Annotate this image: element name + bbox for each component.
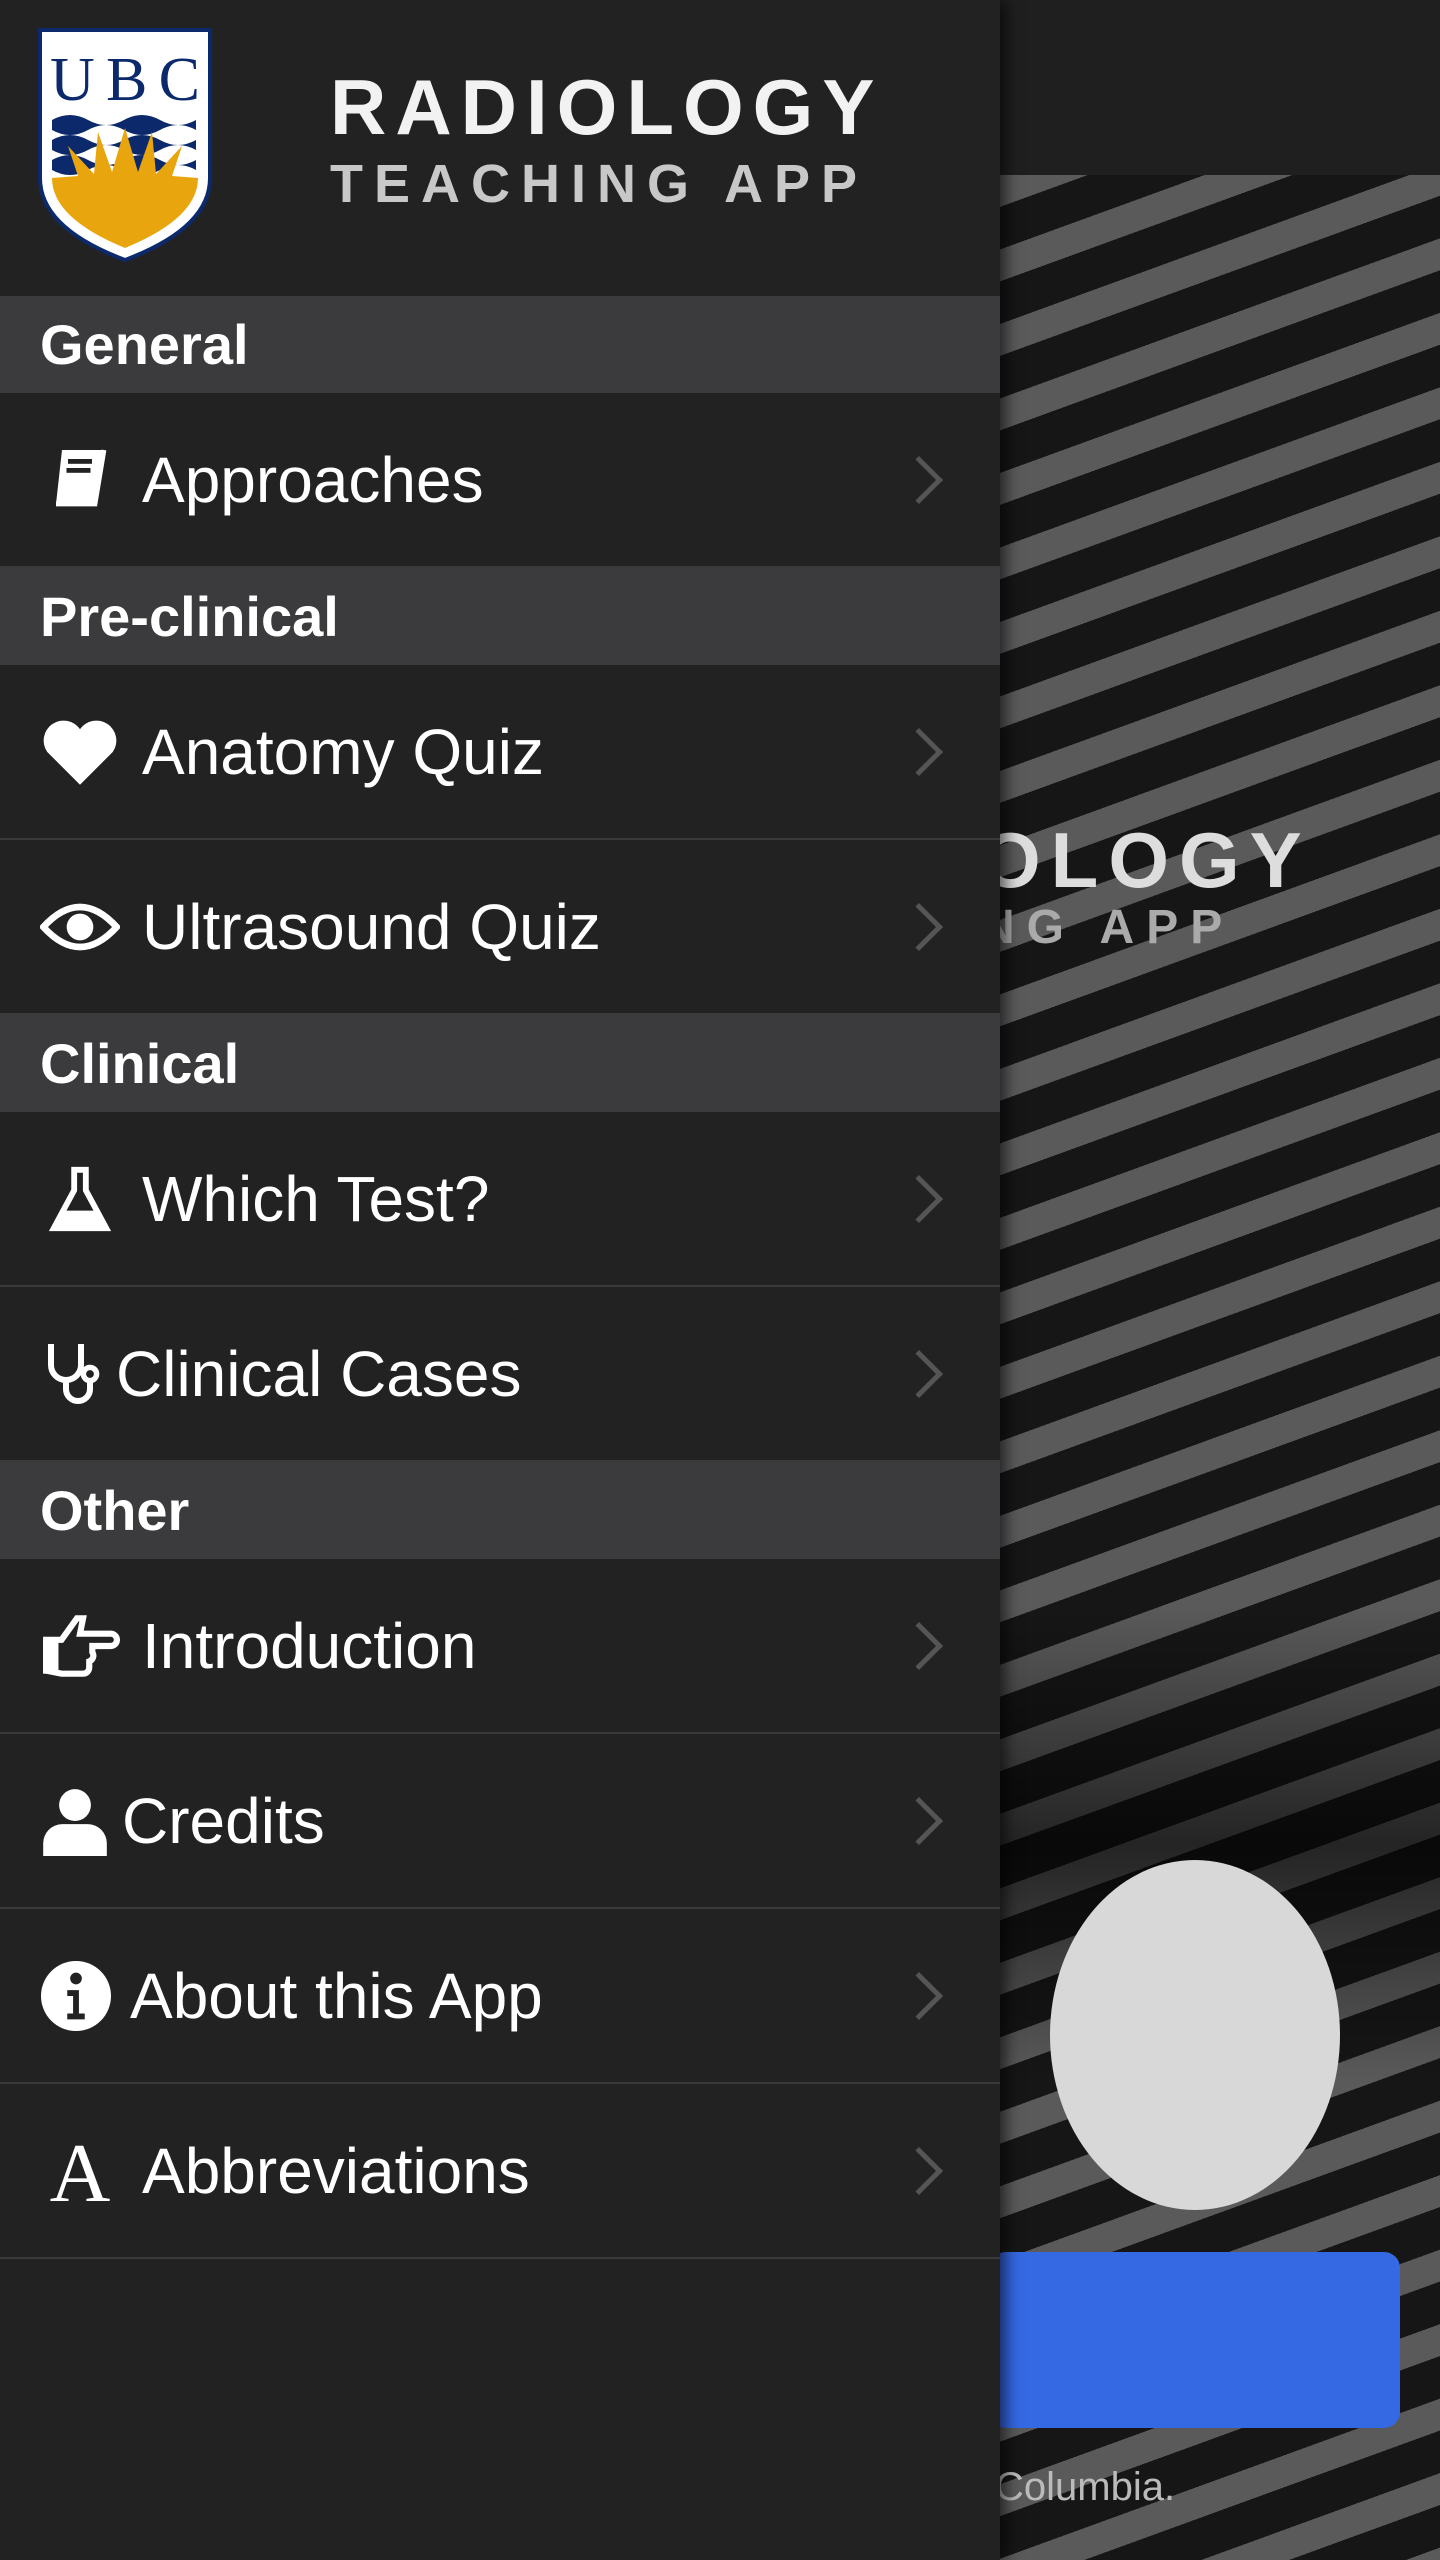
menu-item-label: Credits: [122, 1784, 325, 1857]
chevron-right-icon: [894, 2146, 944, 2195]
chevron-right-icon: [894, 455, 944, 504]
menu-item-about[interactable]: About this App: [0, 1909, 1000, 2084]
start-button[interactable]: [990, 2252, 1400, 2428]
menu-item-approaches[interactable]: Approaches: [0, 393, 1000, 568]
menu-item-which-test[interactable]: Which Test?: [0, 1112, 1000, 1287]
section-pre-clinical: Pre-clinical: [0, 568, 1000, 665]
section-general: General: [0, 296, 1000, 393]
info-icon: [40, 1956, 112, 2036]
flask-icon: [40, 1159, 120, 1239]
background-title: OLOGY: [980, 816, 1312, 904]
menu-item-label: Ultrasound Quiz: [142, 890, 601, 963]
chevron-right-icon: [894, 1621, 944, 1670]
menu-item-credits[interactable]: Credits: [0, 1734, 1000, 1909]
chevron-right-icon: [894, 1349, 944, 1398]
book-icon: [40, 440, 120, 520]
menu-item-label: About this App: [130, 1959, 543, 2032]
navigation-drawer: UBC RADIOLOGY TEACHING APP General Appro…: [0, 0, 1000, 2560]
footer-text: Columbia.: [995, 2465, 1176, 2509]
svg-text:UBC: UBC: [50, 46, 200, 114]
menu-item-label: Introduction: [142, 1609, 477, 1682]
chevron-right-icon: [894, 727, 944, 776]
user-icon: [40, 1781, 110, 1861]
menu-item-label: Anatomy Quiz: [142, 715, 544, 788]
svg-text:A: A: [50, 2135, 111, 2207]
chevron-right-icon: [894, 902, 944, 951]
menu-item-label: Which Test?: [142, 1162, 490, 1235]
background-subtitle: NG APP: [980, 901, 1235, 954]
app-title: RADIOLOGY: [330, 63, 884, 151]
femoral-head-image: [1050, 1860, 1340, 2210]
menu-item-introduction[interactable]: Introduction: [0, 1559, 1000, 1734]
menu-item-ultrasound-quiz[interactable]: Ultrasound Quiz: [0, 840, 1000, 1015]
menu-item-label: Approaches: [142, 443, 484, 516]
section-other: Other: [0, 1462, 1000, 1559]
menu-item-label: Abbreviations: [142, 2134, 530, 2207]
app-subtitle: TEACHING APP: [330, 154, 869, 214]
eye-icon: [40, 887, 120, 967]
chevron-right-icon: [894, 1796, 944, 1845]
menu-item-anatomy-quiz[interactable]: Anatomy Quiz: [0, 665, 1000, 840]
chevron-right-icon: [894, 1971, 944, 2020]
chevron-right-icon: [894, 1174, 944, 1223]
hand-pointing-icon: [40, 1606, 120, 1686]
ubc-logo: UBC: [38, 28, 212, 262]
stethoscope-icon: [40, 1334, 104, 1414]
drawer-header: UBC RADIOLOGY TEACHING APP: [0, 0, 1000, 296]
menu-item-label: Clinical Cases: [116, 1337, 522, 1410]
section-clinical: Clinical: [0, 1015, 1000, 1112]
menu-item-abbreviations[interactable]: A Abbreviations: [0, 2084, 1000, 2259]
font-icon: A: [40, 2131, 120, 2211]
menu-item-clinical-cases[interactable]: Clinical Cases: [0, 1287, 1000, 1462]
heart-icon: [40, 712, 120, 792]
